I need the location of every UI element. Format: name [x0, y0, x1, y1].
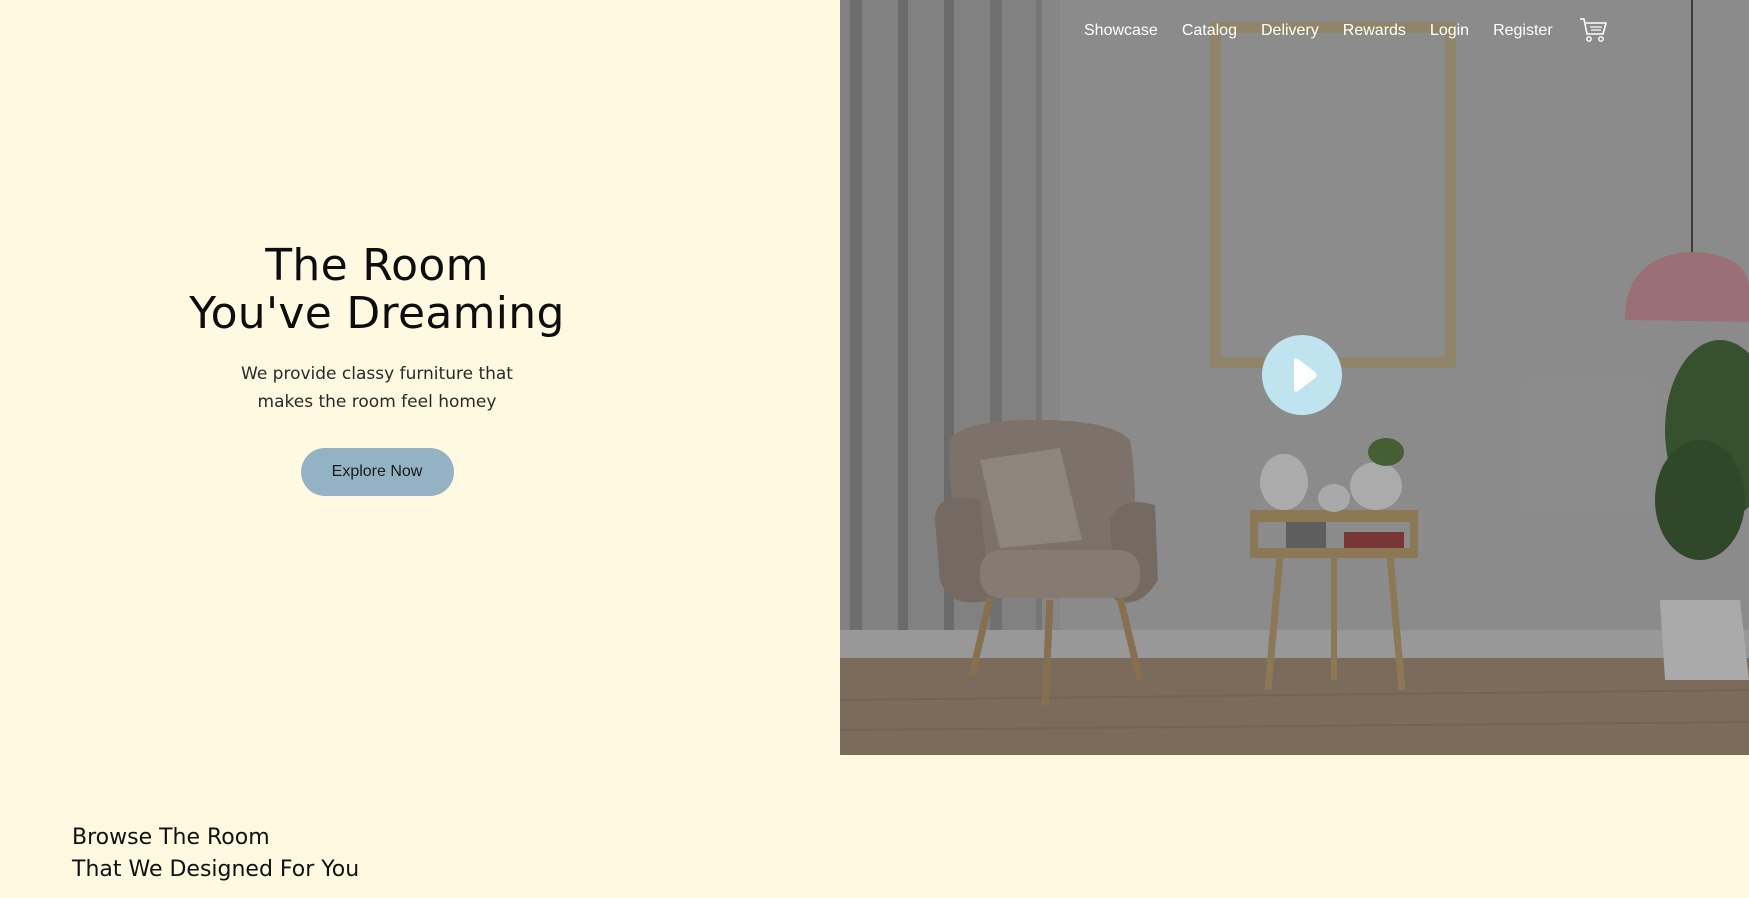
hero-title-line-2: You've Dreaming	[189, 288, 565, 339]
browse-heading-line-2: That We Designed For You	[72, 857, 360, 882]
hero-subtitle: We provide classy furniture that makes t…	[227, 360, 527, 416]
browse-heading-line-1: Browse The Room	[72, 825, 270, 850]
hero-title-line-1: The Room	[265, 240, 489, 291]
browse-heading: Browse The Room That We Designed For You	[72, 822, 359, 886]
cart-icon[interactable]	[1578, 16, 1608, 44]
nav-delivery[interactable]: Delivery	[1261, 22, 1319, 40]
nav-login[interactable]: Login	[1430, 22, 1469, 40]
hero-subtitle-line-2: makes the room feel homey	[257, 392, 497, 412]
explore-now-button[interactable]: Explore Now	[300, 448, 454, 496]
hero-title: The Room You've Dreaming	[177, 242, 577, 338]
nav-catalog[interactable]: Catalog	[1182, 22, 1237, 40]
play-icon	[1294, 358, 1317, 392]
hero-section: The Room You've Dreaming We provide clas…	[0, 0, 840, 755]
nav-showcase[interactable]: Showcase	[1084, 22, 1158, 40]
nav-rewards[interactable]: Rewards	[1343, 22, 1406, 40]
hero-copy: The Room You've Dreaming We provide clas…	[177, 242, 577, 496]
main-nav: Showcase Catalog Delivery Rewards Login …	[1084, 18, 1577, 44]
nav-register[interactable]: Register	[1493, 22, 1553, 40]
play-video-button[interactable]	[1262, 335, 1342, 415]
hero-subtitle-line-1: We provide classy furniture that	[241, 364, 513, 384]
